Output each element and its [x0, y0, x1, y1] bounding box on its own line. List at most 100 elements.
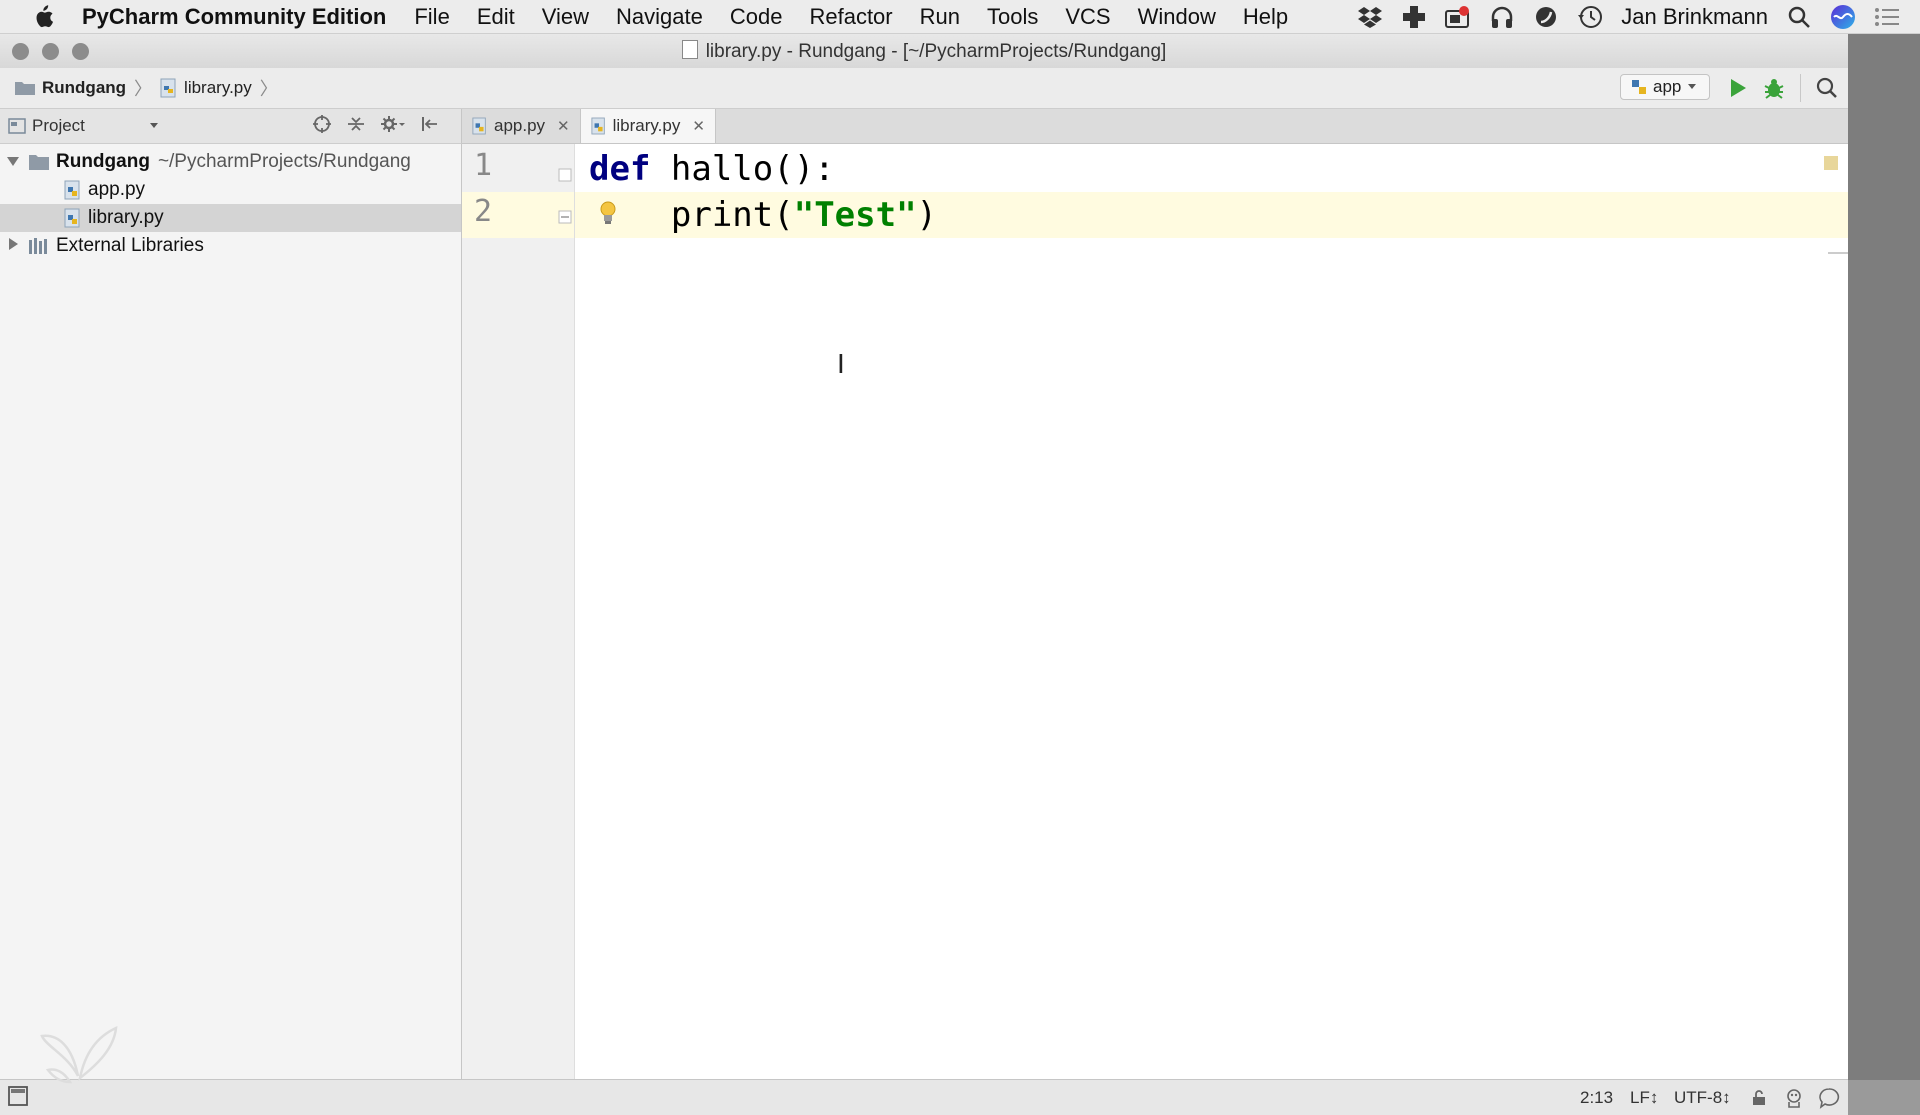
text-cursor-icon: I: [837, 348, 845, 379]
menu-run[interactable]: Run: [920, 4, 960, 30]
menu-vcs[interactable]: VCS: [1065, 4, 1110, 30]
python-config-icon: [1632, 80, 1646, 94]
chevron-right-icon: 〉: [134, 79, 153, 99]
spotlight-search-icon[interactable]: [1786, 4, 1812, 30]
breadcrumb-project[interactable]: Rundgang: [14, 78, 126, 98]
menu-edit[interactable]: Edit: [477, 4, 515, 30]
debug-button[interactable]: [1762, 76, 1786, 100]
menu-refactor[interactable]: Refactor: [809, 4, 892, 30]
close-tab-icon[interactable]: ✕: [557, 117, 570, 135]
chevron-down-icon: [1688, 84, 1697, 89]
lock-icon[interactable]: [1752, 1090, 1766, 1111]
fold-marker-icon[interactable]: [558, 168, 572, 187]
app-name-menu[interactable]: PyCharm Community Edition: [82, 4, 386, 30]
project-tree: Rundgang ~/PycharmProjects/Rundgang app.…: [0, 144, 462, 1080]
tree-item-label: External Libraries: [56, 235, 204, 256]
status-bar: 2:13 LF↕ UTF-8↕: [0, 1079, 1848, 1115]
screen-recorder-icon[interactable]: [1445, 4, 1471, 30]
plus-app-icon[interactable]: [1401, 4, 1427, 30]
window-titlebar[interactable]: library.py - Rundgang - [~/PycharmProjec…: [0, 34, 1848, 69]
panel-settings-button[interactable]: [380, 114, 406, 139]
python-file-icon: [160, 78, 176, 98]
code-line-2[interactable]: print("Test"): [589, 192, 937, 238]
moon-app-icon[interactable]: [1533, 4, 1559, 30]
encoding-selector[interactable]: UTF-8↕: [1674, 1088, 1731, 1108]
tree-item-library-py[interactable]: library.py: [0, 204, 461, 232]
window-title: library.py - Rundgang - [~/PycharmProjec…: [0, 40, 1848, 63]
notification-center-icon[interactable]: [1874, 4, 1900, 30]
apple-icon[interactable]: [30, 4, 56, 30]
function-call: print(: [670, 195, 794, 235]
project-icon: [8, 118, 26, 134]
tree-item-app-py[interactable]: app.py: [0, 176, 461, 204]
search-icon: [1816, 77, 1837, 98]
menu-view[interactable]: View: [542, 4, 589, 30]
code-editor[interactable]: def hallo(): print("Test") I: [575, 144, 1848, 1080]
collapse-icon: [348, 116, 364, 131]
collapse-all-button[interactable]: [346, 114, 366, 139]
triangle-down-icon[interactable]: [0, 151, 28, 173]
time-machine-icon[interactable]: [1577, 4, 1603, 30]
tab-library-py[interactable]: library.py ✕: [580, 109, 716, 143]
library-icon: [29, 238, 47, 254]
project-view-selector[interactable]: Project: [8, 116, 159, 136]
user-name[interactable]: Jan Brinkmann: [1621, 4, 1768, 30]
hide-panel-button[interactable]: [420, 114, 440, 139]
project-panel-header: Project: [0, 109, 462, 144]
tree-root-path: ~/PycharmProjects/Rundgang: [157, 151, 411, 172]
tab-label: app.py: [494, 116, 546, 135]
menu-code[interactable]: Code: [730, 4, 783, 30]
tree-item-root[interactable]: Rundgang ~/PycharmProjects/Rundgang: [0, 148, 461, 176]
window-title-text: library.py - Rundgang - [~/PycharmProjec…: [705, 41, 1167, 62]
document-icon: [681, 40, 698, 59]
play-icon: [1731, 79, 1746, 97]
caret-position[interactable]: 2:13: [1580, 1088, 1613, 1108]
project-view-label: Project: [32, 116, 85, 135]
fold-end-marker-icon[interactable]: [558, 210, 572, 229]
closing-paren: ): [916, 195, 938, 235]
triangle-right-icon[interactable]: [0, 235, 28, 257]
macos-menubar: PyCharm Community Edition File Edit View…: [0, 0, 1920, 34]
crosshair-icon: [313, 114, 331, 133]
function-signature: hallo():: [650, 149, 835, 189]
desktop-background: [1848, 34, 1920, 1080]
tab-app-py[interactable]: app.py ✕: [462, 109, 581, 143]
menu-navigate[interactable]: Navigate: [616, 4, 703, 30]
toolbar-divider: [1800, 74, 1801, 102]
menu-file[interactable]: File: [414, 4, 449, 30]
run-button[interactable]: [1726, 76, 1750, 100]
tree-item-external-libraries[interactable]: External Libraries: [0, 232, 461, 260]
tree-item-label: app.py: [88, 179, 146, 200]
line-number: 2: [474, 194, 493, 229]
editor-gutter: 1 2: [462, 144, 575, 1080]
menu-window[interactable]: Window: [1138, 4, 1216, 30]
python-file-icon: [472, 117, 486, 135]
headphones-icon[interactable]: [1489, 4, 1515, 30]
menu-tools[interactable]: Tools: [987, 4, 1038, 30]
line-separator-selector[interactable]: LF↕: [1630, 1088, 1658, 1108]
search-everywhere-button[interactable]: [1815, 76, 1839, 100]
navigation-bar: Rundgang 〉 library.py 〉 app: [0, 68, 1848, 109]
keyword-def: def: [589, 149, 651, 189]
scroll-from-source-button[interactable]: [312, 114, 332, 139]
python-file-icon: [64, 208, 80, 228]
breadcrumb-file[interactable]: library.py: [160, 78, 252, 98]
error-stripe-marker[interactable]: [1824, 156, 1838, 170]
event-log-icon[interactable]: [1818, 1087, 1840, 1114]
menu-help[interactable]: Help: [1243, 4, 1288, 30]
string-literal: "Test": [793, 195, 917, 235]
siri-icon[interactable]: [1830, 4, 1856, 30]
gear-icon: [381, 115, 405, 132]
run-configuration-dropdown[interactable]: app: [1620, 74, 1710, 100]
inspector-icon[interactable]: [1784, 1088, 1804, 1113]
bug-icon: [1764, 79, 1784, 99]
chevron-down-icon: [149, 123, 158, 128]
folder-icon: [29, 155, 49, 170]
dropbox-icon[interactable]: [1357, 4, 1383, 30]
folder-icon: [15, 82, 35, 95]
toggle-tool-windows-button[interactable]: [8, 1086, 28, 1111]
line-number: 1: [474, 148, 493, 183]
tool-window-icon: [8, 1086, 28, 1106]
close-tab-icon[interactable]: ✕: [692, 117, 705, 135]
code-line-1[interactable]: def hallo():: [589, 146, 835, 192]
